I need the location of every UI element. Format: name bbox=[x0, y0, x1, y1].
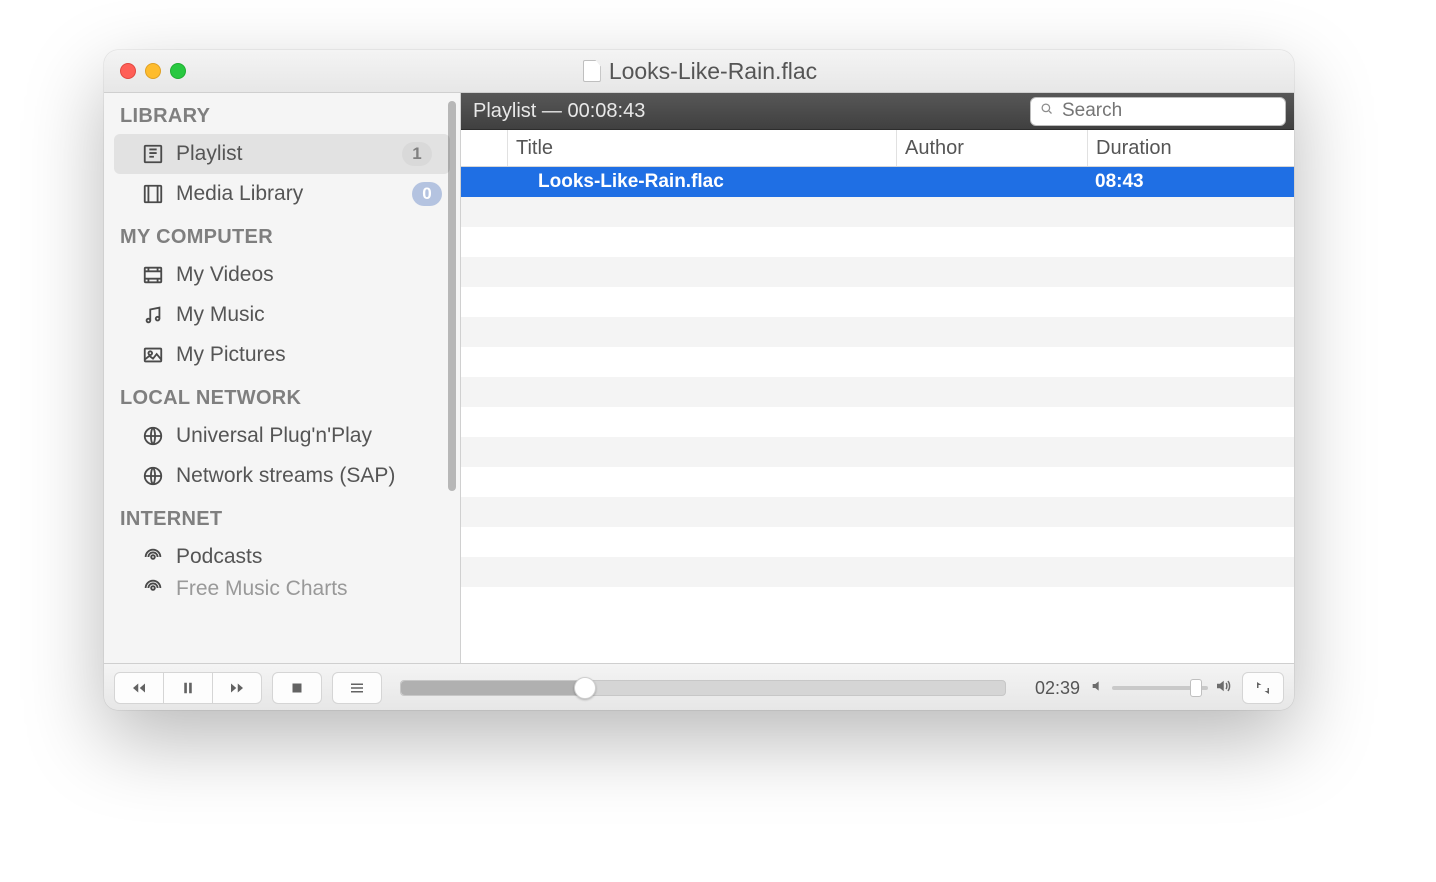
previous-button[interactable] bbox=[115, 673, 163, 703]
track-row[interactable]: Looks-Like-Rain.flac 08:43 bbox=[461, 167, 1294, 197]
sidebar-item-my-music[interactable]: My Music bbox=[104, 295, 460, 335]
globe-icon bbox=[142, 425, 164, 447]
sidebar-section-localnetwork: LOCAL NETWORK bbox=[104, 375, 460, 416]
column-author[interactable]: Author bbox=[897, 130, 1088, 166]
sidebar-item-label: My Videos bbox=[176, 263, 274, 287]
sidebar-item-podcasts[interactable]: Podcasts bbox=[104, 537, 460, 577]
sidebar-item-label: Media Library bbox=[176, 182, 303, 206]
fullscreen-button[interactable] bbox=[1242, 672, 1284, 704]
sidebar-item-my-videos[interactable]: My Videos bbox=[104, 255, 460, 295]
sidebar-scrollbar[interactable] bbox=[448, 101, 456, 491]
seek-knob[interactable] bbox=[574, 677, 596, 699]
sidebar-item-media-library[interactable]: Media Library 0 bbox=[104, 174, 460, 214]
column-playing[interactable] bbox=[461, 130, 508, 166]
sidebar-item-my-pictures[interactable]: My Pictures bbox=[104, 335, 460, 375]
volume-low-icon bbox=[1090, 678, 1106, 699]
podcast-icon bbox=[142, 577, 164, 599]
sidebar-section-library: LIBRARY bbox=[104, 93, 460, 134]
zoom-window-button[interactable] bbox=[170, 63, 186, 79]
elapsed-time: 02:39 bbox=[1024, 678, 1080, 699]
sidebar-item-label: Playlist bbox=[176, 142, 243, 166]
media-library-icon bbox=[142, 183, 164, 205]
playlist-columns: Title Author Duration bbox=[461, 130, 1294, 167]
minimize-window-button[interactable] bbox=[145, 63, 161, 79]
playlist-count-badge: 1 bbox=[402, 142, 432, 166]
playlist-header-bar: Playlist — 00:08:43 bbox=[461, 93, 1294, 130]
window-title-text: Looks-Like-Rain.flac bbox=[609, 58, 817, 85]
media-library-count-badge: 0 bbox=[412, 182, 442, 206]
pause-button[interactable] bbox=[163, 673, 212, 703]
volume-knob[interactable] bbox=[1190, 679, 1202, 697]
search-field[interactable] bbox=[1030, 97, 1286, 126]
podcast-icon bbox=[142, 546, 164, 568]
search-icon bbox=[1039, 100, 1054, 122]
pictures-icon bbox=[142, 344, 164, 366]
column-title[interactable]: Title bbox=[508, 130, 897, 166]
sidebar-item-free-music-charts[interactable]: Free Music Charts bbox=[104, 577, 460, 603]
sidebar-item-sap[interactable]: Network streams (SAP) bbox=[104, 456, 460, 496]
sidebar-item-playlist[interactable]: Playlist 1 bbox=[114, 134, 450, 174]
playlist-summary: Playlist — 00:08:43 bbox=[461, 100, 645, 123]
sidebar-item-label: My Pictures bbox=[176, 343, 286, 367]
sidebar-section-mycomputer: MY COMPUTER bbox=[104, 214, 460, 255]
main-panel: Playlist — 00:08:43 Title Author Duratio… bbox=[461, 93, 1294, 663]
playlist-body: Looks-Like-Rain.flac 08:43 bbox=[461, 167, 1294, 663]
stop-button[interactable] bbox=[272, 672, 322, 704]
playlist-icon bbox=[142, 143, 164, 165]
sidebar-item-label: Universal Plug'n'Play bbox=[176, 424, 372, 448]
volume-high-icon bbox=[1214, 677, 1232, 700]
document-icon bbox=[583, 60, 601, 82]
next-button[interactable] bbox=[212, 673, 261, 703]
seek-fill bbox=[401, 681, 585, 695]
app-window: Looks-Like-Rain.flac LIBRARY Playlist 1 … bbox=[104, 50, 1294, 710]
videos-icon bbox=[142, 264, 164, 286]
sidebar-item-label: Free Music Charts bbox=[176, 577, 348, 601]
sidebar-item-label: Podcasts bbox=[176, 545, 262, 569]
volume-slider[interactable] bbox=[1112, 686, 1208, 690]
titlebar: Looks-Like-Rain.flac bbox=[104, 50, 1294, 93]
search-input[interactable] bbox=[1060, 99, 1294, 123]
playback-controls: 02:39 bbox=[104, 663, 1294, 710]
sidebar-item-label: Network streams (SAP) bbox=[176, 464, 395, 488]
transport-group bbox=[114, 672, 262, 704]
seek-bar[interactable] bbox=[400, 680, 1006, 696]
sidebar-section-internet: INTERNET bbox=[104, 496, 460, 537]
close-window-button[interactable] bbox=[120, 63, 136, 79]
window-title: Looks-Like-Rain.flac bbox=[186, 58, 1214, 85]
volume-control bbox=[1090, 677, 1232, 700]
music-icon bbox=[142, 304, 164, 326]
window-controls bbox=[120, 63, 186, 79]
sidebar: LIBRARY Playlist 1 Media Library 0 MY CO… bbox=[104, 93, 461, 663]
sidebar-item-label: My Music bbox=[176, 303, 265, 327]
track-title: Looks-Like-Rain.flac bbox=[508, 171, 896, 193]
column-duration[interactable]: Duration bbox=[1088, 130, 1294, 166]
sidebar-item-upnp[interactable]: Universal Plug'n'Play bbox=[104, 416, 460, 456]
globe-icon bbox=[142, 465, 164, 487]
track-duration: 08:43 bbox=[1087, 171, 1294, 193]
playlist-toggle-button[interactable] bbox=[332, 672, 382, 704]
